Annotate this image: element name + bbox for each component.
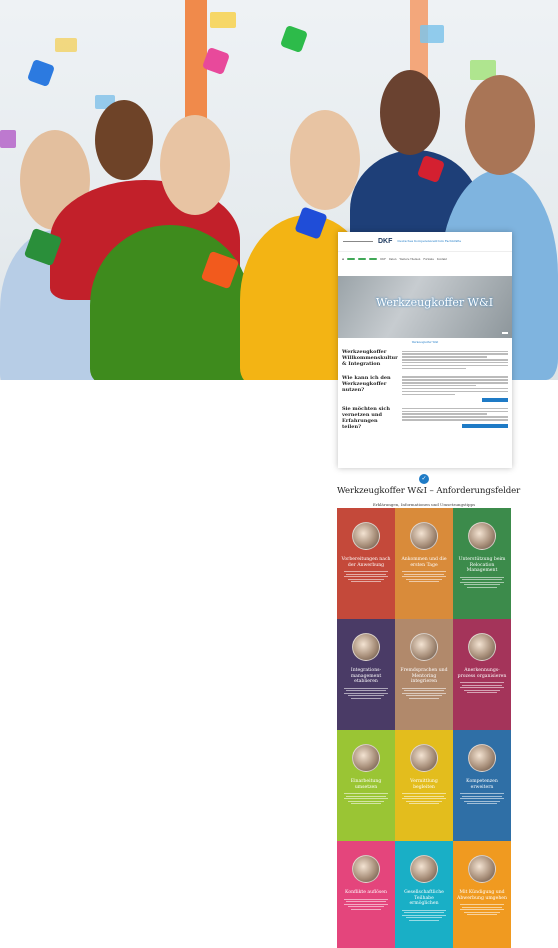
- tile-title: Konflikte auflösen: [345, 890, 387, 895]
- tile-title: Fremdsprachen und Mentoring integrieren: [400, 668, 448, 684]
- person-body: [90, 225, 250, 380]
- nav-link[interactable]: Kontakt: [437, 258, 447, 261]
- sticky-note: [55, 38, 77, 52]
- tile-description: [453, 793, 511, 805]
- person-head: [465, 75, 535, 175]
- requirement-tile[interactable]: Mit Kündigung und Abwerbung umgehen: [453, 841, 511, 948]
- nav-link[interactable]: DKF: [380, 258, 386, 261]
- tile-image: [410, 522, 438, 550]
- section-heading: Sie möchten sich vernetzen und Erfahrung…: [342, 406, 390, 431]
- person-head: [380, 70, 440, 155]
- section-button[interactable]: [482, 398, 508, 403]
- tile-title: Integrations-management etablieren: [350, 668, 382, 684]
- content-section: Wie kann ich den Werkzeugkoffer nutzen?: [338, 373, 512, 404]
- tile-description: [453, 576, 511, 588]
- tile-image: [352, 522, 380, 550]
- requirement-tile[interactable]: Kompetenzen erweitern: [453, 730, 511, 841]
- requirement-tile[interactable]: Vermittlung begleiten: [395, 730, 453, 841]
- home-icon[interactable]: ⌂: [342, 257, 344, 261]
- tile-title: Vorbereitungen nach der Anwerbung: [341, 557, 391, 568]
- section-heading: Werkzeugkoffer Willkommenskultur & Integ…: [342, 349, 398, 367]
- section-text: [402, 349, 508, 371]
- section-heading: Wie kann ich den Werkzeugkoffer nutzen?: [342, 374, 391, 393]
- tile-description: [337, 687, 395, 699]
- tile-image: [352, 855, 380, 883]
- tile-title: Gesellschaftliche Teilhabe ermöglichen: [404, 890, 444, 906]
- person-head: [160, 115, 230, 215]
- tile-description: [337, 793, 395, 805]
- embedded-website: DKF Deutsches Kompetenzzentrum Fachkräft…: [338, 232, 512, 468]
- tile-image: [410, 855, 438, 883]
- tile-image: [468, 633, 496, 661]
- tile-image: [410, 633, 438, 661]
- person-head: [95, 100, 153, 180]
- nav-link[interactable]: Daten: [389, 258, 397, 261]
- content-section: Sie möchten sich vernetzen und Erfahrung…: [338, 404, 512, 432]
- nav-button-2[interactable]: [358, 258, 367, 260]
- tile-description: [337, 898, 395, 910]
- requirement-tile[interactable]: Fremdsprachen und Mentoring integrieren: [395, 619, 453, 730]
- dkf-logo-subtitle: Deutsches Kompetenzzentrum Fachkräfte: [397, 238, 462, 243]
- tile-image: [468, 522, 496, 550]
- requirement-tile[interactable]: Anerkennungs-prozess organisieren: [453, 619, 511, 730]
- breadcrumb[interactable]: Werkzeugkoffer W&I: [338, 338, 512, 347]
- tile-image: [468, 855, 496, 883]
- requirements-title: Werkzeugkoffer W&I – Anforderungsfelder: [337, 486, 521, 496]
- site-hero-banner: Werkzeugkoffer W&I: [338, 276, 512, 338]
- requirement-tile[interactable]: Gesellschaftliche Teilhabe ermöglichen: [395, 841, 453, 948]
- tile-image: [352, 744, 380, 772]
- ministry-logo: [343, 241, 373, 242]
- tile-description: [395, 909, 453, 921]
- requirements-grid: Vorbereitungen nach der Anwerbung Ankomme…: [337, 508, 511, 948]
- requirement-tile[interactable]: Integrations-management etablieren: [337, 619, 395, 730]
- section-text: [402, 406, 508, 430]
- check-icon: ✓: [419, 474, 429, 484]
- tile-description: [395, 571, 453, 583]
- requirement-tile[interactable]: Unterstützung beim Relocation Management: [453, 508, 511, 619]
- content-section: Werkzeugkoffer Willkommenskultur & Integ…: [338, 347, 512, 373]
- tile-image: [410, 744, 438, 772]
- tile-image: [352, 633, 380, 661]
- requirements-subtitle: Erklärungen, Informationen und Umsetzung…: [372, 502, 476, 507]
- tile-description: [395, 687, 453, 699]
- nav-link[interactable]: Weitere Themen: [400, 258, 421, 261]
- requirement-tile[interactable]: Konflikte auflösen: [337, 841, 395, 948]
- nav-button-3[interactable]: [369, 258, 378, 260]
- sticky-note: [0, 130, 16, 148]
- site-hero-title: Werkzeugkoffer W&I: [376, 296, 494, 309]
- person-head: [290, 110, 360, 210]
- tile-title: Kompetenzen erweitern: [466, 779, 498, 790]
- requirement-tile[interactable]: Vorbereitungen nach der Anwerbung: [337, 508, 395, 619]
- sticky-note: [420, 25, 444, 43]
- nav-link[interactable]: Formate: [423, 258, 434, 261]
- tile-description: [337, 571, 395, 583]
- nav-button-1[interactable]: [347, 258, 356, 260]
- tile-title: Ankommen und die ersten Tage: [401, 557, 447, 568]
- tile-title: Einarbeitung umsetzen: [350, 779, 382, 790]
- tile-description: [453, 904, 511, 916]
- tile-description: [453, 682, 511, 694]
- tile-title: Mit Kündigung und Abwerbung umgehen: [457, 890, 507, 901]
- page-root: DKF Deutsches Kompetenzzentrum Fachkräft…: [0, 0, 558, 948]
- dkf-logo[interactable]: DKF: [378, 238, 392, 245]
- tile-description: [395, 793, 453, 805]
- puzzle-piece: [279, 24, 309, 54]
- section-button[interactable]: [462, 423, 508, 428]
- requirement-tile[interactable]: Ankommen und die ersten Tage: [395, 508, 453, 619]
- section-text: [402, 375, 508, 403]
- site-hero-button[interactable]: [502, 332, 508, 334]
- sticky-note: [210, 12, 236, 28]
- requirements-header: ✓ Werkzeugkoffer W&I – Anforderungsfelde…: [337, 470, 521, 507]
- tile-title: Anerkennungs-prozess organisieren: [457, 668, 507, 679]
- site-nav: ⌂ DKF Daten Weitere Themen Formate Konta…: [338, 252, 512, 266]
- tile-title: Vermittlung begleiten: [410, 779, 438, 790]
- requirement-tile[interactable]: Einarbeitung umsetzen: [337, 730, 395, 841]
- puzzle-piece: [26, 58, 56, 88]
- tile-image: [468, 744, 496, 772]
- site-header: DKF Deutsches Kompetenzzentrum Fachkräft…: [338, 232, 512, 252]
- tile-title: Unterstützung beim Relocation Management: [458, 557, 506, 573]
